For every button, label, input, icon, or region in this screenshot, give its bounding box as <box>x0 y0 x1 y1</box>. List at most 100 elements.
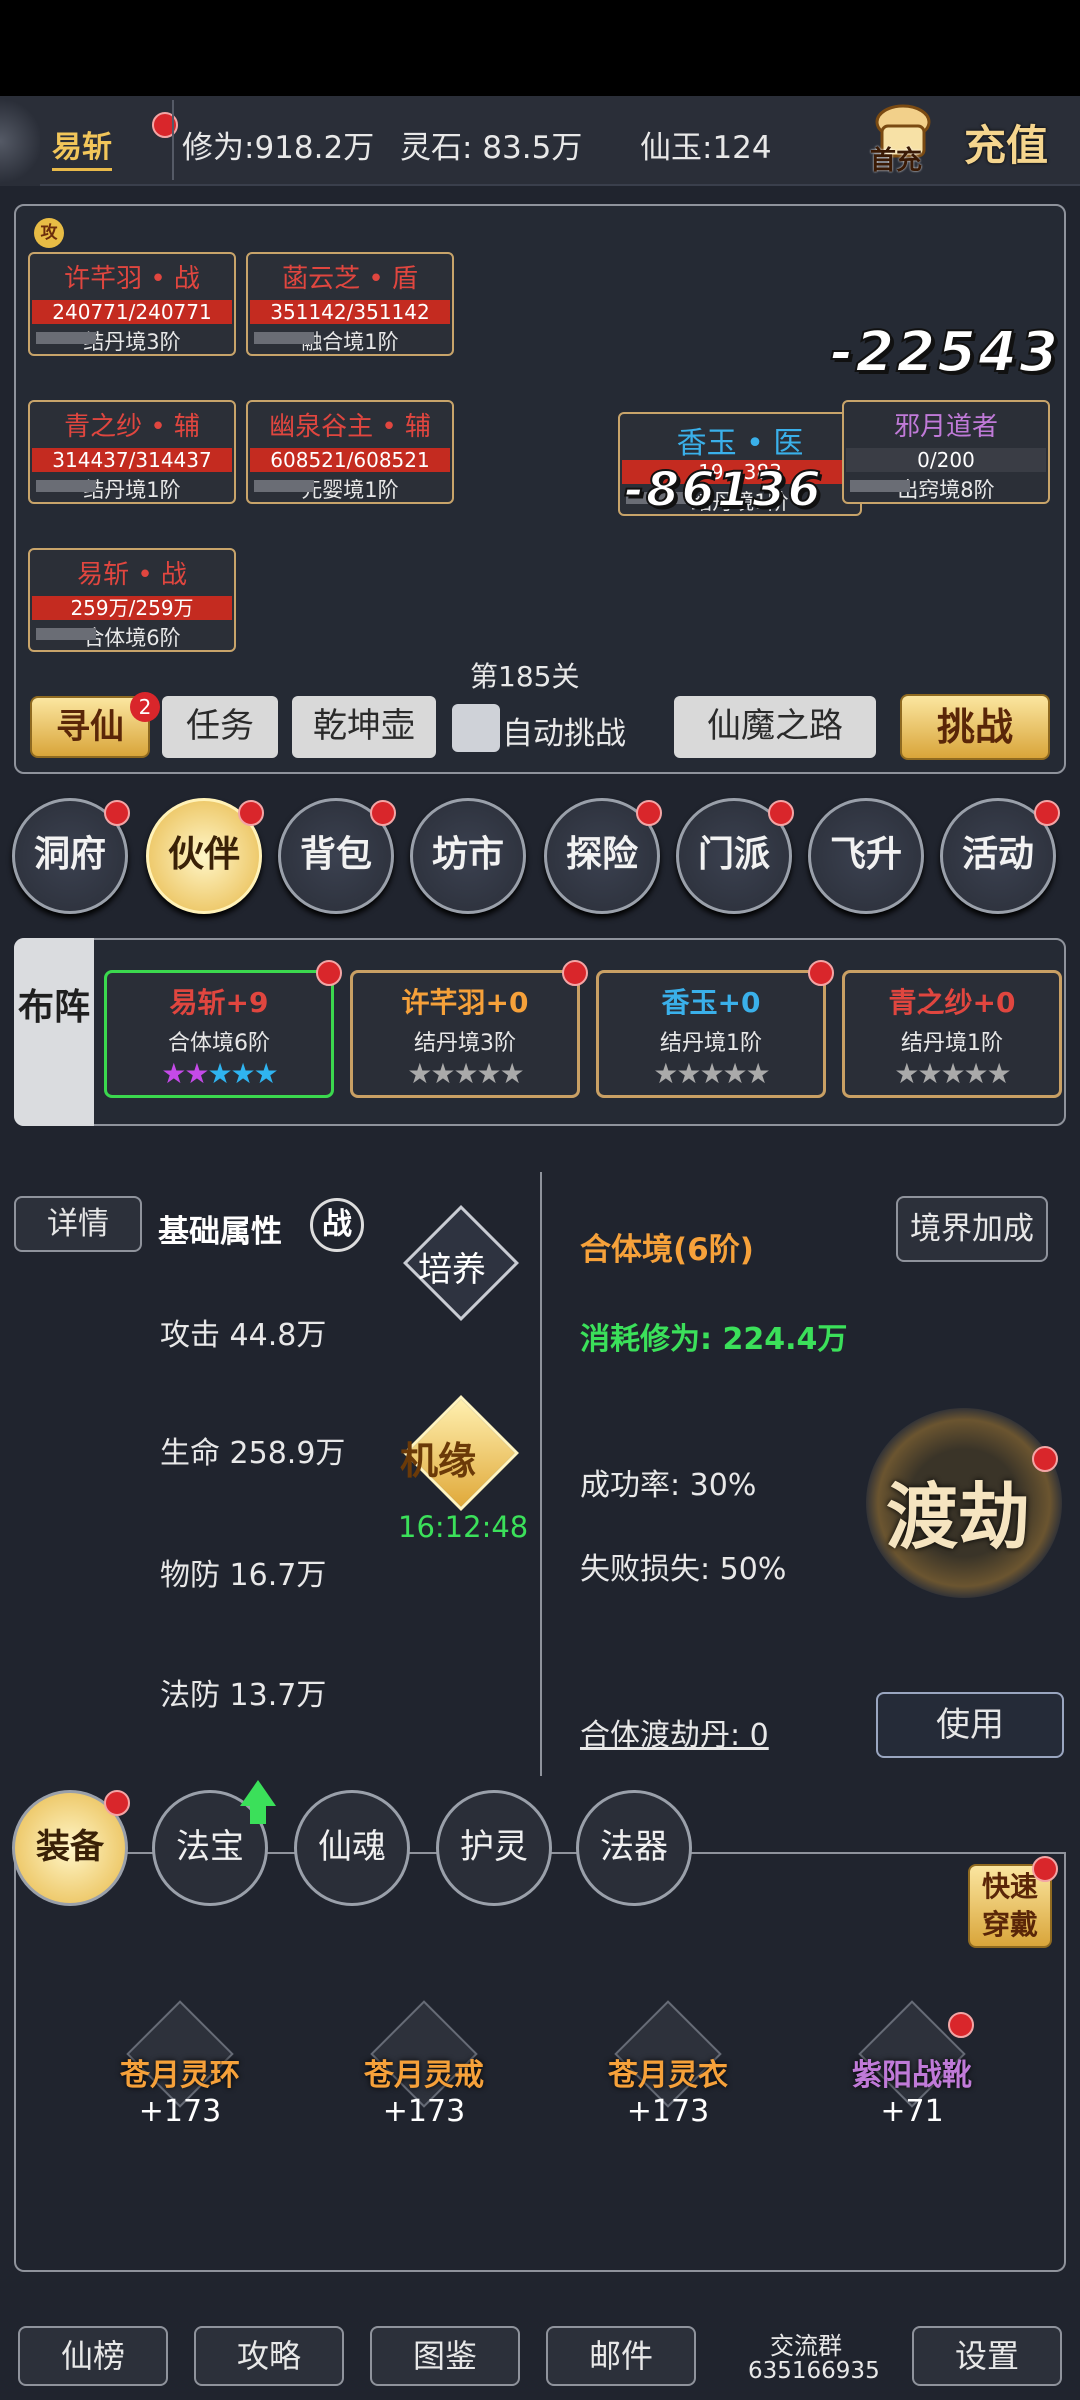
formation-card[interactable]: 许芊羽+0 结丹境3阶 ★★★★★ <box>350 970 580 1098</box>
tab-label: 护灵 <box>460 1827 528 1867</box>
unit-rank: 结丹境1阶 <box>30 474 234 504</box>
mail-button[interactable]: 邮件 <box>546 2326 696 2386</box>
quick-equip-dot <box>1032 1856 1058 1882</box>
attack-stat: 攻击 44.8万 <box>160 1318 327 1353</box>
tab-soul[interactable]: 仙魂 <box>294 1790 410 1906</box>
unit-rank: 融合境1阶 <box>248 326 452 356</box>
nav-label: 坊市 <box>431 834 504 875</box>
card-stars: ★★★★★ <box>407 1057 525 1090</box>
phys-def-stat: 物防 16.7万 <box>160 1558 327 1593</box>
tribulation-label: 渡劫 <box>886 1475 1031 1559</box>
card-dot <box>316 960 342 986</box>
tab-artifact[interactable]: 法器 <box>576 1790 692 1906</box>
ally-unit[interactable]: 易斩 • 战 259万/259万 合体境6阶 <box>28 548 236 652</box>
nav-label: 飞升 <box>829 834 902 875</box>
auto-challenge-checkbox[interactable] <box>452 704 500 752</box>
nav-cave-dot <box>104 800 130 826</box>
ally-unit[interactable]: 幽泉谷主 • 辅 608521/608521 元婴境1阶 <box>246 400 454 504</box>
ally-unit[interactable]: 菡云芝 • 盾 351142/351142 融合境1阶 <box>246 252 454 356</box>
attack-badge: 攻 <box>34 218 64 248</box>
tab-label: 仙魂 <box>318 1827 386 1867</box>
chance-label: 机缘 <box>400 1439 477 1483</box>
unit-name: 许芊羽 • 战 <box>64 264 200 294</box>
nav-events-dot <box>1034 800 1060 826</box>
item-name: 紫阳战靴 <box>852 2058 972 2093</box>
first-charge-icon[interactable]: 首充 <box>868 100 938 176</box>
recharge-button[interactable]: 充值 <box>964 112 1048 173</box>
immortal-demon-road-button[interactable]: 仙魔之路 <box>674 696 876 758</box>
ranking-button[interactable]: 仙榜 <box>18 2326 168 2386</box>
formation-card[interactable]: 易斩+9 合体境6阶 ★★★★★ <box>104 970 334 1098</box>
tab-equipment-dot <box>104 1790 130 1816</box>
card-rank: 结丹境1阶 <box>901 1031 1003 1056</box>
player-name[interactable]: 易斩 <box>52 122 112 171</box>
unit-name: 菡云芝 • 盾 <box>282 264 418 294</box>
use-label: 使用 <box>936 1705 1004 1745</box>
group-id[interactable]: 635166935 <box>748 2358 880 2384</box>
item-name: 苍月灵衣 <box>608 2058 728 2093</box>
life-stat: 生命 258.9万 <box>160 1436 346 1471</box>
spirit-stone-value: 灵石: 83.5万 <box>400 130 583 166</box>
task-button[interactable]: 任务 <box>162 696 278 758</box>
status-bar <box>0 0 1080 96</box>
top-bar-left-decoration <box>0 96 40 186</box>
group-label: 交流群 <box>770 2332 842 2360</box>
train-label: 培养 <box>418 1250 486 1290</box>
ally-unit[interactable]: 青之纱 • 辅 314437/314437 结丹境1阶 <box>28 400 236 504</box>
card-dot <box>808 960 834 986</box>
tribulation-dot <box>1032 1446 1058 1472</box>
item-name: 苍月灵戒 <box>364 2058 484 2093</box>
challenge-button[interactable]: 挑战 <box>900 694 1050 760</box>
enemy-unit[interactable]: 邪月道者 0/200 出窍境8阶 <box>842 400 1050 504</box>
mag-def-stat: 法防 13.7万 <box>160 1678 327 1713</box>
unit-rank: 出窍境8阶 <box>844 474 1048 504</box>
cultivation-value: 修为:918.2万 <box>182 130 375 166</box>
bottom-label: 设置 <box>954 2337 1019 2375</box>
qiankun-pot-label: 乾坤壶 <box>313 706 415 746</box>
formation-card[interactable]: 青之纱+0 结丹境1阶 ★★★★★ <box>842 970 1062 1098</box>
details-button[interactable]: 详情 <box>14 1196 142 1252</box>
equip-slot[interactable]: 苍月灵衣 +173 <box>568 2000 768 2129</box>
seek-count-badge: 2 <box>130 692 160 722</box>
formation-card[interactable]: 香玉+0 结丹境1阶 ★★★★★ <box>596 970 826 1098</box>
nav-ascend-button[interactable]: 飞升 <box>808 798 924 914</box>
card-stars: ★★★★★ <box>653 1057 771 1090</box>
unit-name: 幽泉谷主 • 辅 <box>269 412 431 442</box>
upgrade-arrow-stem <box>250 1804 266 1824</box>
bottom-label: 图鉴 <box>412 2337 477 2375</box>
guide-button[interactable]: 攻略 <box>194 2326 344 2386</box>
ally-unit[interactable]: 许芊羽 • 战 240771/240771 结丹境3阶 <box>28 252 236 356</box>
cost-label: 消耗修为: 224.4万 <box>580 1322 848 1357</box>
damage-number: -86136 <box>623 461 823 519</box>
settings-button[interactable]: 设置 <box>912 2326 1062 2386</box>
equip-slot[interactable]: 苍月灵戒 +173 <box>324 2000 524 2129</box>
fail-loss: 失败损失: 50% <box>580 1552 787 1587</box>
nav-label: 活动 <box>961 834 1034 875</box>
equip-slot[interactable]: 苍月灵环 +173 <box>80 2000 280 2129</box>
card-rank: 合体境6阶 <box>168 1031 270 1056</box>
equip-slot[interactable]: 紫阳战靴 +71 <box>812 2000 1012 2129</box>
codex-button[interactable]: 图鉴 <box>370 2326 520 2386</box>
formation-button[interactable]: 布阵 <box>14 938 94 1126</box>
nav-partner-dot <box>238 800 264 826</box>
unit-hp: 608521/608521 <box>250 448 450 472</box>
realm-title: 合体境(6阶) <box>580 1232 754 1268</box>
auto-challenge-label: 自动挑战 <box>502 716 626 752</box>
nav-market-button[interactable]: 坊市 <box>410 798 526 914</box>
realm-bonus-button[interactable]: 境界加成 <box>896 1196 1048 1262</box>
unit-hp: 314437/314437 <box>32 448 232 472</box>
nav-label: 背包 <box>299 834 372 875</box>
topbar-divider <box>172 100 174 180</box>
stage-label: 第185关 <box>470 660 580 693</box>
qiankun-pot-button[interactable]: 乾坤壶 <box>292 696 436 758</box>
tab-guardian[interactable]: 护灵 <box>436 1790 552 1906</box>
item-level: +173 <box>382 2094 466 2129</box>
pill-count[interactable]: 合体渡劫丹: 0 <box>580 1710 769 1754</box>
nav-label: 伙伴 <box>167 834 240 875</box>
card-name: 易斩+9 <box>169 986 269 1019</box>
unit-hp: 259万/259万 <box>32 596 232 620</box>
task-label: 任务 <box>186 706 254 746</box>
card-stars: ★★★★★ <box>161 1057 279 1090</box>
tribulation-button[interactable]: 渡劫 <box>866 1408 1062 1598</box>
use-button[interactable]: 使用 <box>876 1692 1064 1758</box>
